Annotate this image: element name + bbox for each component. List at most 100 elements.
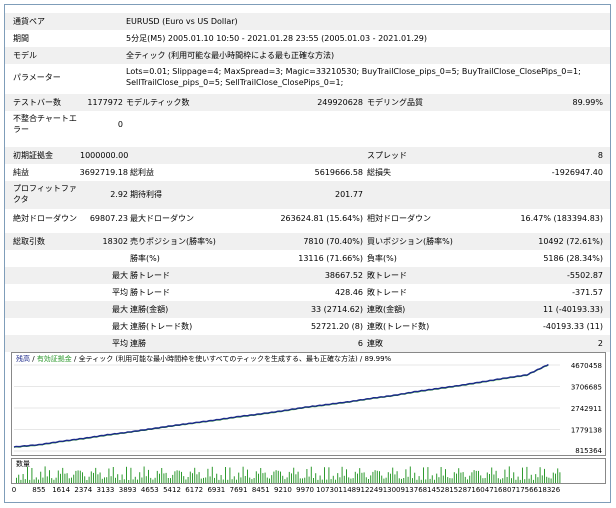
value-gross-loss: -1926947.40 <box>551 168 603 177</box>
histogram-bar <box>319 475 321 483</box>
histogram-bar <box>504 469 506 483</box>
histogram-bar <box>449 478 451 483</box>
histogram-bar <box>361 472 363 483</box>
histogram-bar <box>526 466 528 483</box>
histogram-bar <box>330 479 332 483</box>
x-tick-label: 6931 <box>207 486 226 494</box>
histogram-bar <box>522 467 523 483</box>
histogram-bar <box>280 471 281 483</box>
histogram-bar <box>66 473 68 483</box>
value-largest-loss: -5502.87 <box>567 271 603 280</box>
histogram-bar <box>368 479 369 483</box>
report-row-average: 平均 勝トレード 428.46 敗トレード -371.57 <box>5 284 610 301</box>
histogram-bar <box>176 470 178 483</box>
histogram-bar <box>346 469 347 483</box>
histogram-bar <box>354 471 356 483</box>
histogram-bar <box>515 479 517 483</box>
histogram-bar <box>530 474 532 483</box>
histogram-bar <box>75 470 77 483</box>
histogram-bar <box>172 474 174 483</box>
histogram-bar <box>86 480 88 483</box>
histogram-bar <box>218 479 220 483</box>
y-tick-label: 3706685 <box>571 384 602 392</box>
histogram-bar <box>38 479 39 483</box>
histogram-bar <box>328 467 330 483</box>
histogram-bar <box>357 473 358 483</box>
value-quality: 89.99% <box>572 98 603 107</box>
x-tick-label: 15287 <box>449 486 472 494</box>
y-tick-label: 815364 <box>575 447 602 455</box>
histogram-bar <box>106 477 108 483</box>
histogram-bar <box>407 476 409 483</box>
histogram-bar <box>110 476 112 483</box>
histogram-bar <box>49 470 50 483</box>
histogram-bar <box>189 471 191 483</box>
value-average-loss: -371.57 <box>572 288 603 297</box>
histogram-bar <box>438 477 440 483</box>
label-params: パラメーター <box>13 73 61 82</box>
histogram-bar <box>227 479 229 483</box>
histogram-bar <box>220 475 222 483</box>
value-win-rate: 13116 (71.66%) <box>298 254 363 263</box>
histogram-bar <box>502 478 504 483</box>
histogram-bar <box>203 477 204 483</box>
histogram-bar <box>288 471 290 483</box>
histogram-bar <box>451 478 453 483</box>
histogram-bar <box>460 472 462 483</box>
histogram-bar <box>374 470 376 483</box>
histogram-bar <box>506 477 508 483</box>
histogram-bar <box>519 479 521 483</box>
histogram-bar <box>282 475 284 483</box>
histogram-bar <box>412 478 413 483</box>
histogram-bar <box>132 479 134 483</box>
histogram-bar <box>436 473 438 483</box>
x-tick-label: 855 <box>32 486 46 494</box>
value-max-consec-losses: 11 (-40193.33) <box>542 305 603 314</box>
histogram-bar <box>170 478 171 483</box>
label-ticks: モデルティック数 <box>126 98 190 107</box>
histogram-bar <box>104 477 105 483</box>
histogram-bar <box>126 466 127 483</box>
label-avg-consec: 平均 <box>112 339 128 348</box>
histogram-bar <box>350 478 352 483</box>
histogram-bar <box>508 466 510 483</box>
x-tick-label: 17566 <box>515 486 539 494</box>
x-tick-label: 11489 <box>338 486 361 494</box>
histogram-bar <box>196 474 198 483</box>
histogram-bar <box>266 477 268 483</box>
histogram-bar <box>42 477 44 483</box>
histogram-bar <box>187 477 189 483</box>
histogram-bar <box>440 467 442 483</box>
report-row-largest: 最大 勝トレード 38667.52 敗トレード -5502.87 <box>5 267 610 284</box>
x-tick-label: 1614 <box>52 486 71 494</box>
histogram-bar <box>297 471 299 483</box>
value-bars: 1177972 <box>87 98 123 107</box>
histogram-bar <box>251 479 253 483</box>
x-tick-label: 5412 <box>163 486 181 494</box>
value-net-profit: 3692719.18 <box>79 168 128 177</box>
value-params: Lots=0.01; Slippage=4; MaxSpread=3; Magi… <box>126 67 581 87</box>
histogram-bar <box>130 467 132 483</box>
value-profit-factor: 2.92 <box>110 190 128 199</box>
histogram-bar <box>482 478 484 483</box>
histogram-bar <box>313 478 314 483</box>
label-mismatch: 不整合チャートエラー <box>13 114 77 134</box>
x-tick-label: 10730 <box>316 486 339 494</box>
histogram-bar <box>339 477 341 483</box>
label-bars: テストバー数 <box>13 98 61 107</box>
histogram-bar <box>497 478 499 483</box>
label-avg-consec-losses: 連敗 <box>367 339 383 348</box>
histogram-bar <box>154 477 156 483</box>
histogram-bar <box>335 479 336 483</box>
histogram-bar <box>544 468 545 483</box>
value-model: 全ティック (利用可能な最小時間枠による最も正確な方法) <box>126 51 335 60</box>
histogram-bar <box>445 469 446 483</box>
histogram-bar <box>273 471 275 483</box>
x-tick-label: 14528 <box>427 486 450 494</box>
histogram-bar <box>308 476 310 483</box>
histogram-bar <box>434 479 435 483</box>
histogram-bar <box>128 480 130 483</box>
histogram-bar <box>348 477 350 483</box>
histogram-svg <box>16 466 561 483</box>
histogram-bar <box>405 469 407 483</box>
